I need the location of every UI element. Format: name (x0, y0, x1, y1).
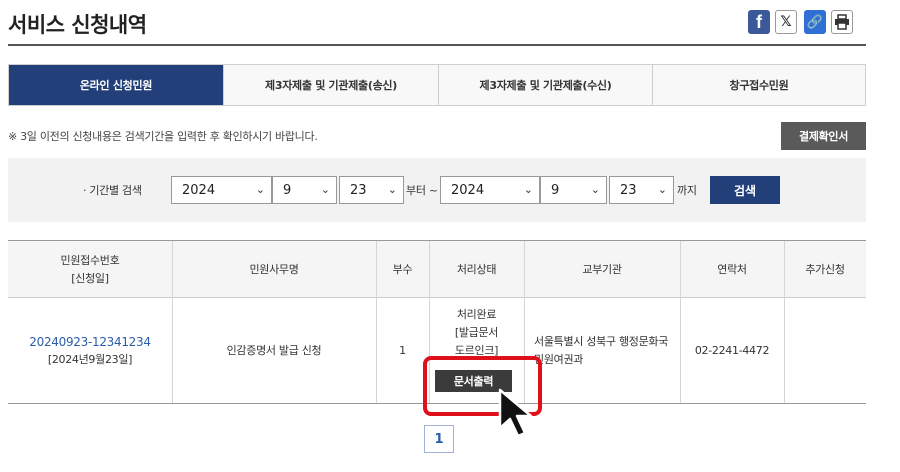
header-agency: 교부기관 (582, 262, 622, 276)
from-month-select[interactable]: 9 ⌄ (272, 176, 337, 204)
to-year-select[interactable]: 2024 ⌄ (440, 176, 540, 204)
status-text: 처리완료 (456, 308, 497, 321)
agency-name: 서울특별시 성북구 행정문화국 (534, 334, 669, 348)
search-button[interactable]: 검색 (710, 176, 780, 204)
to-year-value: 2024 (451, 182, 485, 198)
chevron-down-icon: ⌄ (590, 183, 600, 196)
header-receipt-number-label: 민원접수번호 (60, 253, 120, 267)
page-title: 서비스 신청내역 (8, 13, 147, 37)
receipt-number-link[interactable]: 20240923-12341234 (29, 333, 151, 351)
pagination-page-1[interactable]: 1 (424, 425, 454, 453)
to-day-select[interactable]: 23 ⌄ (609, 176, 674, 204)
chevron-down-icon: ⌄ (320, 183, 330, 196)
chevron-down-icon: ⌄ (387, 183, 397, 196)
tab-third-party-received[interactable]: 제3자제출 및 기관제출(수신) (439, 65, 653, 105)
table-cell-service-name: 인감증명서 발급 신청 (226, 343, 322, 357)
mouse-cursor-icon (498, 388, 533, 438)
tab-online-applications[interactable]: 온라인 신청민원 (9, 65, 224, 105)
status-detail: [발급문서 (454, 326, 499, 339)
to-label: 까지 (677, 184, 697, 197)
header-extra-application: 추가신청 (805, 262, 845, 276)
receipt-date: [2024년9월23일] (47, 352, 133, 366)
header-receipt-date-label: [신청일] (71, 271, 109, 285)
header-copies: 부수 (392, 262, 413, 276)
facebook-icon[interactable]: f (748, 10, 770, 34)
tab-third-party-sent[interactable]: 제3자제출 및 기관제출(송신) (224, 65, 439, 105)
from-month-value: 9 (283, 182, 292, 198)
tab-counter-applications[interactable]: 창구접수민원 (653, 65, 865, 105)
payment-confirmation-button[interactable]: 결제확인서 (781, 122, 866, 150)
to-day-value: 23 (620, 182, 637, 198)
chevron-down-icon: ⌄ (657, 183, 667, 196)
from-year-value: 2024 (182, 182, 216, 198)
print-icon[interactable] (831, 10, 853, 34)
table-cell-contact: 02-2241-4472 (694, 343, 770, 357)
header-status: 처리상태 (456, 262, 497, 276)
from-day-select[interactable]: 23 ⌄ (339, 176, 404, 204)
table-cell-extra (784, 298, 866, 403)
link-icon[interactable]: 🔗 (804, 10, 826, 34)
x-icon[interactable]: 𝕏 (775, 10, 797, 34)
to-month-select[interactable]: 9 ⌄ (540, 176, 607, 204)
title-divider (8, 44, 866, 46)
chevron-down-icon: ⌄ (523, 183, 533, 196)
from-day-value: 23 (350, 182, 367, 198)
period-search-label: · 기간별 검색 (83, 184, 142, 197)
header-receipt-number: 민원접수번호 [신청일] (8, 241, 172, 298)
table-cell-copies: 1 (399, 343, 406, 357)
table-cell-receipt: 20240923-12341234 [2024년9월23일] (8, 298, 172, 403)
chevron-down-icon: ⌄ (255, 183, 265, 196)
from-label: 부터 ~ (406, 184, 438, 197)
table-cell-agency: 서울특별시 성북구 행정문화국 민원여권과 (524, 298, 680, 403)
to-month-value: 9 (551, 182, 560, 198)
tab-bar: 온라인 신청민원 제3자제출 및 기관제출(송신) 제3자제출 및 기관제출(수… (8, 64, 866, 106)
header-service-name: 민원사무명 (249, 262, 299, 276)
from-year-select[interactable]: 2024 ⌄ (171, 176, 272, 204)
notice-text: ※ 3일 이전의 신청내용은 검색기간을 입력한 후 확인하시기 바랍니다. (8, 130, 318, 143)
header-contact: 연락처 (717, 262, 747, 276)
